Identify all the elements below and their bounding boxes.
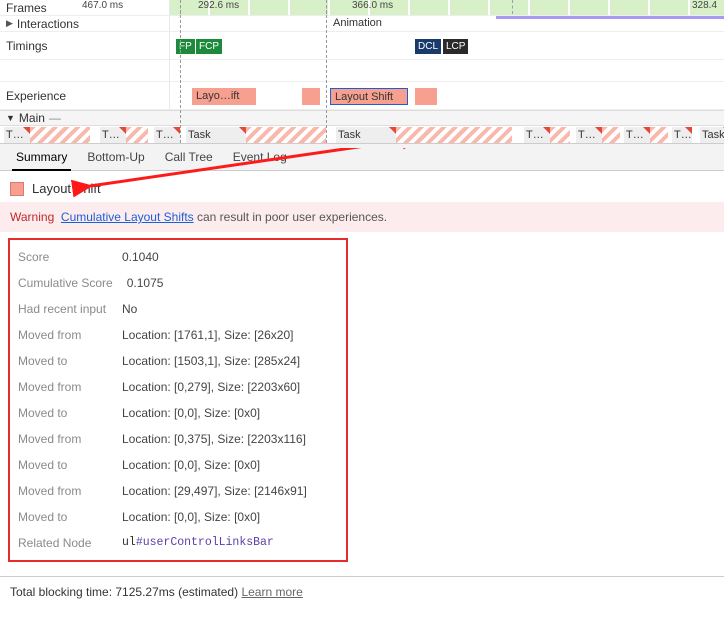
warning-prefix: Warning [10, 210, 54, 224]
experience-block-selected[interactable]: Layout Shift [330, 88, 408, 105]
detail-row: Moved fromLocation: [0,375], Size: [2203… [10, 426, 346, 452]
track-interactions: ▶ Interactions Animation [0, 16, 724, 32]
track-main-header[interactable]: ▼ Main — [0, 110, 724, 125]
tab-bottom-up[interactable]: Bottom-Up [77, 144, 154, 170]
detail-row: Had recent inputNo [10, 296, 346, 322]
animation-label: Animation [333, 17, 382, 29]
detail-row: Moved fromLocation: [29,497], Size: [214… [10, 478, 346, 504]
task-block[interactable]: T… [100, 127, 126, 143]
experience-block[interactable]: Layo…ift [192, 88, 256, 105]
timing-dcl[interactable]: DCL [415, 39, 441, 54]
track-label-experience: Experience [0, 82, 170, 109]
task-block[interactable]: T… [154, 127, 180, 143]
task-hatch [246, 127, 326, 143]
summary-title-row: Layout Shift [0, 171, 724, 202]
task-hatch [396, 127, 512, 143]
tab-summary[interactable]: Summary [6, 144, 77, 170]
timing-fp[interactable]: FP [176, 39, 195, 54]
blocking-time-text: Total blocking time: 7125.27ms (estimate… [10, 585, 238, 599]
track-experience: Experience Layo…ift Layout Shift [0, 82, 724, 110]
summary-details-box: Score0.1040 Cumulative Score0.1075 Had r… [8, 238, 348, 562]
task-block[interactable]: Task [186, 127, 246, 143]
main-tasks-strip[interactable]: T… T… T… Task Task T… T… T… T… Task [0, 125, 724, 143]
task-block[interactable]: T… [576, 127, 602, 143]
expand-icon[interactable]: ▶ [6, 18, 13, 29]
timing-fcp[interactable]: FCP [196, 39, 222, 54]
frame-time: 328.4 [692, 0, 717, 11]
task-block[interactable]: T… [524, 127, 550, 143]
tab-event-log[interactable]: Event Log [223, 144, 297, 170]
track-timings: Timings FP FCP DCL LCP [0, 32, 724, 60]
summary-title: Layout Shift [32, 181, 101, 196]
experience-block-small[interactable] [302, 88, 320, 105]
warning-link[interactable]: Cumulative Layout Shifts [61, 210, 194, 224]
task-hatch [650, 127, 668, 143]
detail-row: Moved toLocation: [0,0], Size: [0x0] [10, 400, 346, 426]
timeline-tracks: Frames 467.0 ms 292.6 ms 366.0 ms 328.4 … [0, 0, 724, 144]
task-hatch [550, 127, 570, 143]
task-hatch [126, 127, 148, 143]
detail-row-related: Related Node ul#userControlLinksBar [10, 530, 346, 556]
related-node[interactable]: ul#userControlLinksBar [122, 536, 274, 550]
tab-call-tree[interactable]: Call Tree [155, 144, 223, 170]
animation-bar[interactable] [496, 16, 724, 19]
experience-block-small[interactable] [415, 88, 437, 105]
detail-row: Cumulative Score0.1075 [10, 270, 346, 296]
task-block[interactable]: T… [624, 127, 650, 143]
detail-row: Moved toLocation: [0,0], Size: [0x0] [10, 504, 346, 530]
track-label-main: Main [19, 111, 45, 125]
details-tabbar: Summary Bottom-Up Call Tree Event Log [0, 144, 724, 171]
detail-row: Moved fromLocation: [1761,1], Size: [26x… [10, 322, 346, 348]
track-label-timings: Timings [0, 32, 170, 59]
detail-row: Moved fromLocation: [0,279], Size: [2203… [10, 374, 346, 400]
frames-body[interactable]: 467.0 ms 292.6 ms 366.0 ms 328.4 [170, 0, 724, 15]
task-block[interactable]: T… [672, 127, 692, 143]
footer-row: Total blocking time: 7125.27ms (estimate… [0, 576, 724, 607]
track-frames: Frames 467.0 ms 292.6 ms 366.0 ms 328.4 [0, 0, 724, 16]
color-swatch [10, 182, 24, 196]
track-label-interactions: ▶ Interactions [0, 16, 170, 31]
frame-time: 292.6 ms [198, 0, 239, 11]
detail-row: Score0.1040 [10, 244, 346, 270]
task-block[interactable]: T… [4, 127, 30, 143]
detail-row: Moved toLocation: [1503,1], Size: [285x2… [10, 348, 346, 374]
task-hatch [602, 127, 620, 143]
learn-more-link[interactable]: Learn more [241, 585, 302, 599]
collapse-icon[interactable]: ▼ [6, 113, 15, 123]
frame-time: 366.0 ms [352, 0, 393, 11]
warning-row: Warning Cumulative Layout Shifts can res… [0, 202, 724, 232]
task-hatch [30, 127, 90, 143]
timing-lcp[interactable]: LCP [443, 39, 468, 54]
task-block[interactable]: Task [336, 127, 396, 143]
track-spacer [0, 60, 724, 82]
frame-time: 467.0 ms [82, 0, 123, 11]
task-block[interactable]: Task [700, 127, 724, 143]
detail-row: Moved toLocation: [0,0], Size: [0x0] [10, 452, 346, 478]
